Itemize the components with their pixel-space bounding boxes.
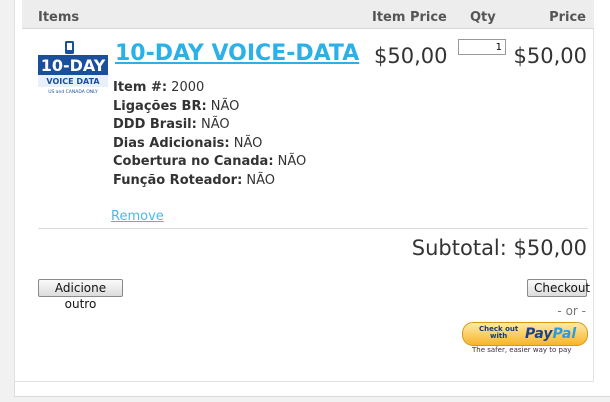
line-total-price: $50,00 xyxy=(513,44,587,68)
header-qty: Qty xyxy=(470,10,496,25)
attribute-value: NÃO xyxy=(200,117,230,132)
attribute-value: NÃO xyxy=(246,172,276,188)
attribute-row: Função Roteador: NÃO xyxy=(113,172,306,191)
attribute-key: Dias Adicionais: xyxy=(113,135,230,151)
attribute-key: Função Roteador: xyxy=(113,172,243,188)
attribute-key: DDD Brasil: xyxy=(113,117,197,132)
attribute-value: 2000 xyxy=(171,80,205,95)
attribute-row: Cobertura no Canada: NÃO xyxy=(113,153,306,172)
paypal-checkout-line2: with xyxy=(490,332,508,340)
paypal-checkout[interactable]: Check out with PayPal The safer, easier … xyxy=(460,321,588,359)
header-items: Items xyxy=(38,10,80,25)
thumb-line3: US and CANADA ONLY xyxy=(48,89,98,95)
attribute-row: Ligações BR: NÃO xyxy=(113,98,306,117)
header-price: Price xyxy=(549,10,586,25)
attribute-value: NÃO xyxy=(277,154,307,169)
attribute-row: Dias Adicionais: NÃO xyxy=(113,135,306,154)
thumb-line1: 10-DAY xyxy=(41,56,106,75)
paypal-logo-pal: Pal xyxy=(552,326,577,342)
attribute-row: Item #: 2000 xyxy=(113,79,306,98)
attribute-value: NÃO xyxy=(210,98,240,114)
checkout-button[interactable]: Checkout xyxy=(527,279,590,297)
paypal-tagline: The safer, easier way to pay xyxy=(472,346,572,354)
paypal-checkout-text: Check out with xyxy=(479,326,518,340)
attribute-value: NÃO xyxy=(233,135,263,151)
unit-price: $50,00 xyxy=(374,44,448,68)
or-separator: - or - xyxy=(557,304,586,318)
attribute-key: Ligações BR: xyxy=(113,98,207,114)
attribute-row: DDD Brasil: NÃO xyxy=(113,116,306,135)
product-name-link[interactable]: 10-DAY VOICE-DATA xyxy=(115,41,359,66)
paypal-checkout-button[interactable]: Check out with PayPal xyxy=(462,322,588,346)
thumb-line2: VOICE DATA xyxy=(46,77,100,86)
attribute-key: Item #: xyxy=(113,80,168,95)
add-other-button[interactable]: Adicione outro xyxy=(38,279,123,311)
product-thumbnail[interactable]: 10-DAY VOICE DATA US and CANADA ONLY xyxy=(38,40,108,96)
attribute-key: Cobertura no Canada: xyxy=(113,154,274,169)
remove-item-link[interactable]: Remove xyxy=(111,209,164,224)
quantity-input[interactable] xyxy=(458,39,506,55)
divider xyxy=(38,228,588,229)
paypal-logo-pay: Pay xyxy=(525,326,553,342)
subtotal: Subtotal: $50,00 xyxy=(411,236,587,260)
cart-header-row: Items Item Price Qty Price xyxy=(22,0,594,29)
product-attributes: Item #: 2000 Ligações BR: NÃO DDD Brasil… xyxy=(113,79,306,190)
header-item-price: Item Price xyxy=(372,10,447,25)
paypal-logo: PayPal xyxy=(525,326,576,342)
